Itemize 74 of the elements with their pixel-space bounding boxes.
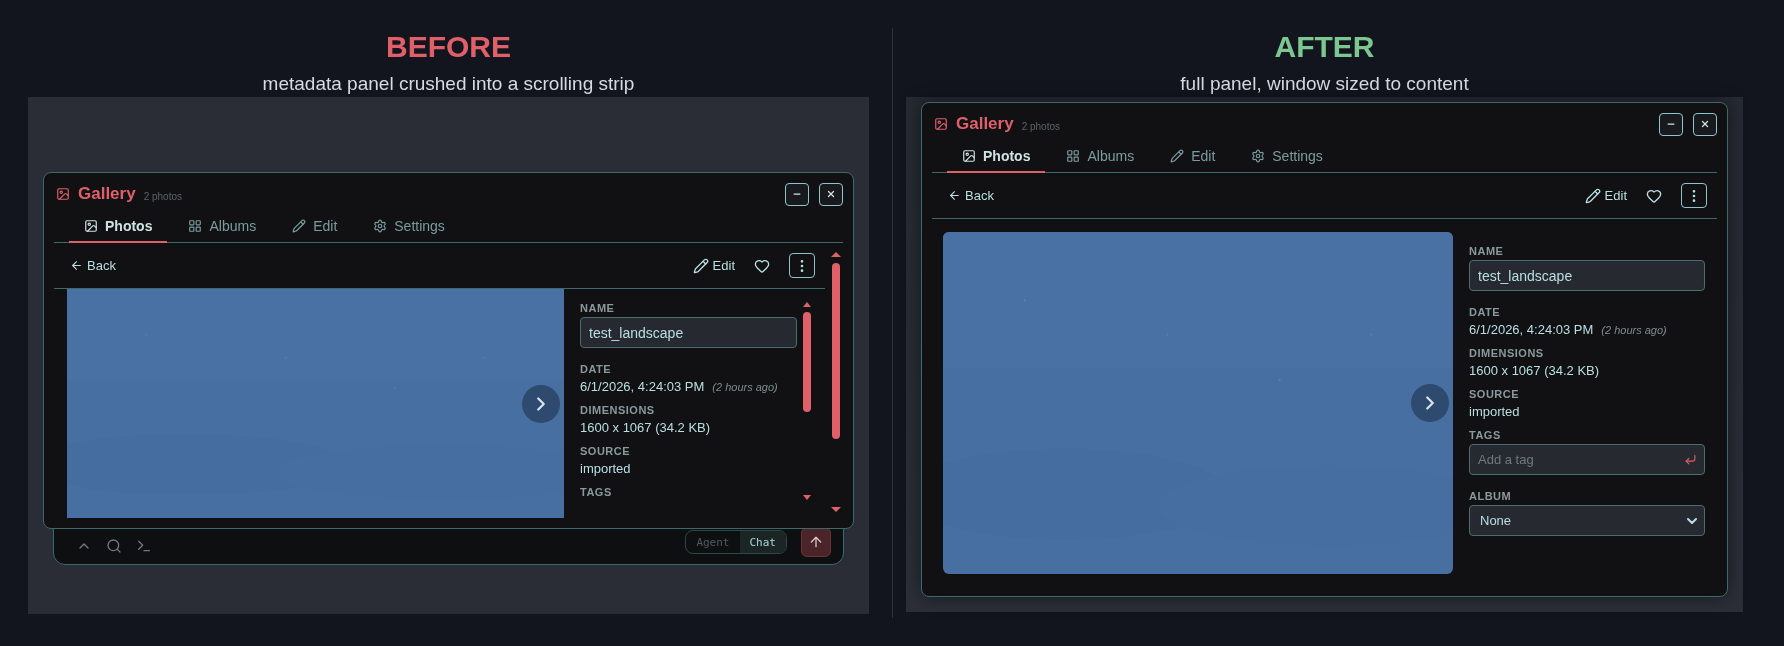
scrollbar[interactable] [829, 251, 843, 513]
field-label: DATE [1469, 305, 1501, 319]
relative-time: (2 hours ago) [1601, 324, 1667, 336]
more-button[interactable] [1681, 183, 1707, 208]
photo-count: 2 photos [1021, 120, 1061, 132]
gear-icon [373, 218, 388, 233]
heart-icon [754, 257, 770, 274]
field-label: DIMENSIONS [580, 403, 655, 417]
window-title: Gallery [956, 114, 1014, 134]
field-value: imported [1469, 403, 1520, 420]
tab[interactable]: Albums [1051, 140, 1150, 173]
grid-icon [1066, 148, 1081, 163]
image-icon [56, 187, 70, 201]
close-icon [1700, 119, 1710, 129]
window-title: Gallery [78, 184, 136, 204]
relative-time: (2 hours ago) [712, 381, 778, 393]
return-icon [1684, 453, 1697, 466]
field-label: NAME [580, 301, 615, 315]
send-button[interactable] [801, 527, 831, 557]
grid-icon [188, 218, 203, 233]
pencil-icon [292, 218, 307, 233]
mode-tab[interactable]: Chat [739, 531, 786, 553]
field-label: NAME [1469, 244, 1504, 258]
heading: AFTER [1274, 30, 1375, 64]
heart-icon [1646, 187, 1662, 204]
tab[interactable]: Albums [173, 210, 272, 243]
subtitle: metadata panel crushed into a scrolling strip [262, 73, 635, 95]
field-label: TAGS [1469, 428, 1501, 442]
pencil-icon [1170, 148, 1185, 163]
back-link[interactable]: Back [948, 188, 994, 203]
tag-field[interactable]: Add a tag [1469, 444, 1705, 475]
heading: BEFORE [386, 30, 511, 64]
edit-button[interactable]: Edit [1584, 187, 1627, 204]
minimize-button[interactable] [785, 182, 809, 206]
pencil-icon [1584, 187, 1601, 204]
close-button[interactable] [1693, 112, 1717, 136]
album-select[interactable]: None [1469, 505, 1705, 536]
terminal-icon[interactable] [136, 538, 152, 554]
field-label: TAGS [580, 485, 612, 499]
tab[interactable]: Edit [277, 210, 353, 243]
name-field[interactable]: test_landscape [580, 317, 797, 348]
more-button[interactable] [789, 253, 815, 278]
field-value: 1600 x 1067 (34.2 KB) [1469, 362, 1600, 379]
scrollbar[interactable] [801, 301, 813, 501]
image-icon [84, 218, 98, 233]
close-button[interactable] [819, 182, 843, 206]
field-label: SOURCE [1469, 387, 1520, 401]
image-icon [962, 148, 976, 163]
back-link[interactable]: Back [70, 258, 116, 273]
search-icon[interactable] [106, 538, 122, 554]
field-value: 1600 x 1067 (34.2 KB) [580, 419, 711, 436]
field-value: 6/1/2026, 4:24:03 PM [1469, 321, 1594, 338]
subtitle: full panel, window sized to content [1180, 73, 1469, 95]
name-field[interactable]: test_landscape [1469, 260, 1705, 291]
field-label: ALBUM [1469, 489, 1512, 503]
edit-button[interactable]: Edit [692, 257, 735, 274]
gear-icon [1251, 148, 1266, 163]
field-value: 6/1/2026, 4:24:03 PM [580, 378, 705, 395]
pencil-icon [692, 257, 709, 274]
tab[interactable]: Photos [69, 210, 168, 243]
arrow-left-icon [948, 189, 961, 202]
field-label: DIMENSIONS [1469, 346, 1544, 360]
tab[interactable]: Edit [1155, 140, 1231, 173]
field-value: imported [580, 460, 631, 477]
field-label: DATE [580, 362, 612, 376]
tab[interactable]: Settings [1236, 140, 1338, 173]
tab[interactable]: Settings [358, 210, 460, 243]
arrow-left-icon [70, 259, 83, 272]
tab[interactable]: Photos [947, 140, 1046, 173]
close-icon [826, 189, 836, 199]
image-icon [934, 117, 948, 131]
minimize-button[interactable] [1659, 112, 1683, 136]
photo-count: 2 photos [143, 190, 183, 202]
field-label: SOURCE [580, 444, 631, 458]
